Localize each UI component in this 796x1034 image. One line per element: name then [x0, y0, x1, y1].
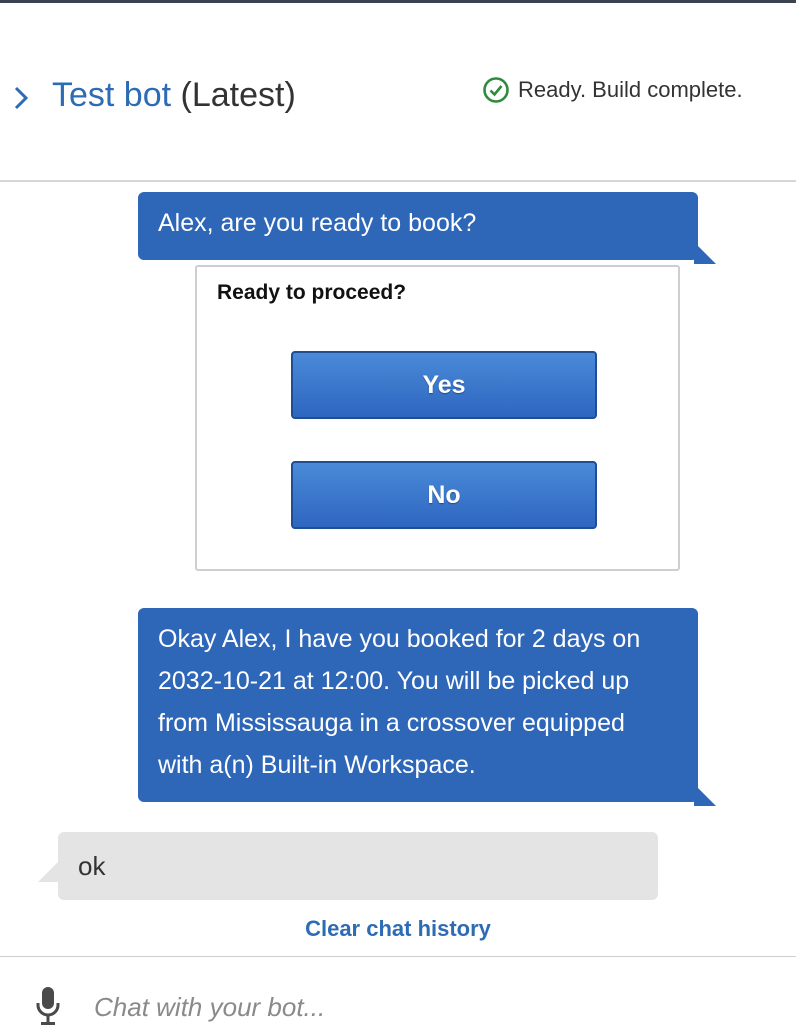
version-label: (Latest): [180, 76, 296, 114]
user-message: ok: [38, 832, 658, 900]
yes-button[interactable]: Yes: [291, 351, 597, 419]
bot-message-line: from Mississauga in a crossover equipped: [158, 709, 625, 737]
chat-input[interactable]: [94, 986, 754, 1028]
status-text: Ready. Build complete.: [518, 77, 743, 102]
bot-message-line: Okay Alex, I have you booked for 2 days …: [158, 625, 641, 653]
bot-message-line: 2032-10-21 at 12:00. You will be picked …: [158, 667, 630, 695]
response-card: Ready to proceed? Yes No: [195, 265, 680, 571]
test-bot-link[interactable]: Test bot: [52, 76, 171, 114]
panel-title: Test bot (Latest): [52, 73, 296, 117]
clear-chat-history-link[interactable]: Clear chat history: [0, 916, 796, 942]
user-message-text: ok: [78, 851, 106, 881]
header-divider: [0, 180, 796, 182]
bot-message: Alex, are you ready to book?: [138, 192, 716, 264]
microphone-icon[interactable]: [34, 986, 62, 1026]
no-button[interactable]: No: [291, 461, 597, 529]
input-divider: [0, 956, 796, 957]
check-circle-icon: [483, 77, 509, 103]
clear-chat-history-label[interactable]: Clear chat history: [305, 916, 491, 941]
bot-message: Okay Alex, I have you booked for 2 days …: [138, 608, 716, 806]
bot-message-text: Alex, are you ready to book?: [158, 209, 477, 237]
bot-message-line: with a(n) Built-in Workspace.: [158, 751, 476, 779]
response-card-title: Ready to proceed?: [217, 281, 407, 304]
test-bot-header: Test bot (Latest) Ready. Build complete.: [0, 3, 796, 181]
build-status: Ready. Build complete.: [482, 75, 743, 105]
chevron-right-icon[interactable]: [10, 83, 34, 113]
